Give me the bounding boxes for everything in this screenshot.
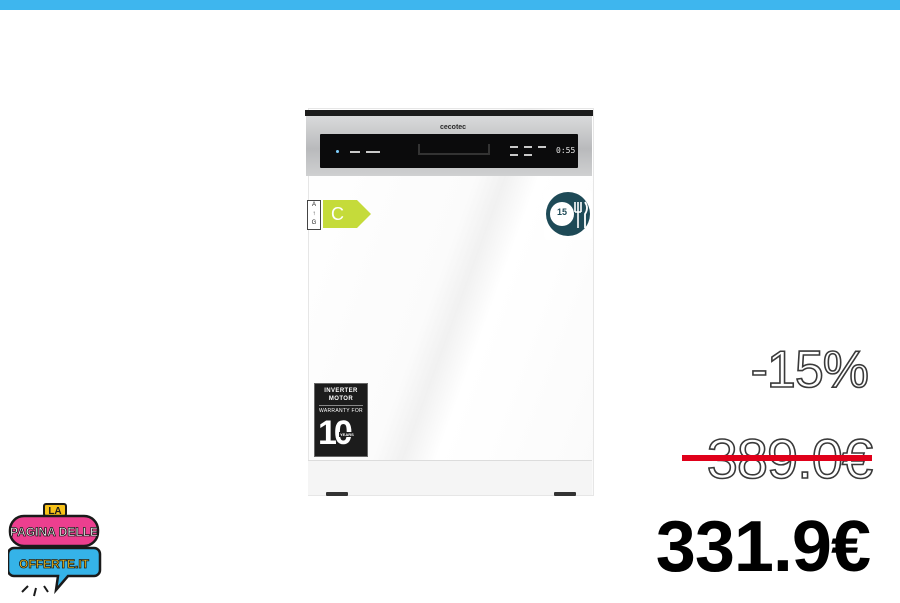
place-settings-badge: 15 bbox=[544, 190, 592, 240]
display-time: 0:55 bbox=[556, 146, 576, 155]
discount-percentage: -15% bbox=[750, 340, 870, 400]
inverter-line2: MOTOR bbox=[328, 396, 354, 402]
control-display: 0:55 bbox=[320, 134, 578, 168]
energy-scale-bottom: G bbox=[311, 220, 317, 226]
la-pagina-delle-offerte-logo: LA PAGINA DELLE OFFERTE.IT bbox=[6, 500, 102, 598]
brand-label: cecotec bbox=[440, 124, 467, 131]
new-price: 331.9€ bbox=[655, 507, 871, 587]
inverter-unit: YEARS bbox=[339, 432, 355, 437]
cutlery-icon bbox=[544, 190, 592, 240]
inverter-badge-icon: INVERTER MOTOR WARRANTY FOR 10 YEARS bbox=[314, 383, 368, 457]
program-indicator bbox=[510, 154, 518, 156]
dishwasher-product-image: cecotec 0:55 A ↑ G C 15 INVERTER MOTOR W… bbox=[302, 98, 596, 500]
control-panel: cecotec 0:55 bbox=[306, 116, 592, 176]
old-price-strikethrough bbox=[682, 455, 872, 461]
inverter-line1: INVERTER bbox=[324, 388, 358, 394]
dishwasher-foot bbox=[554, 492, 576, 496]
logo-line2: PAGINA DELLE bbox=[10, 525, 98, 539]
program-indicator bbox=[510, 146, 518, 148]
place-settings-number: 15 bbox=[557, 207, 568, 217]
energy-scale: A ↑ G bbox=[307, 200, 321, 230]
dishwasher-foot bbox=[326, 492, 348, 496]
power-led-icon bbox=[336, 150, 339, 153]
logo-graphic: LA PAGINA DELLE OFFERTE.IT bbox=[6, 503, 102, 597]
control-indicator bbox=[366, 151, 380, 153]
control-indicator bbox=[350, 151, 360, 153]
top-accent-bar bbox=[0, 0, 900, 10]
program-indicator bbox=[524, 146, 532, 148]
door-handle bbox=[418, 144, 490, 155]
inverter-divider bbox=[319, 405, 363, 406]
program-indicator bbox=[524, 154, 532, 156]
dishwasher-kickplate bbox=[308, 460, 592, 495]
energy-class: C bbox=[331, 204, 344, 224]
energy-scale-arrow: ↑ bbox=[312, 211, 316, 217]
energy-scale-top: A bbox=[311, 202, 316, 208]
energy-label-icon: A ↑ G C bbox=[307, 198, 371, 230]
program-indicator bbox=[538, 146, 546, 148]
logo-line3: OFFERTE.IT bbox=[19, 557, 90, 571]
